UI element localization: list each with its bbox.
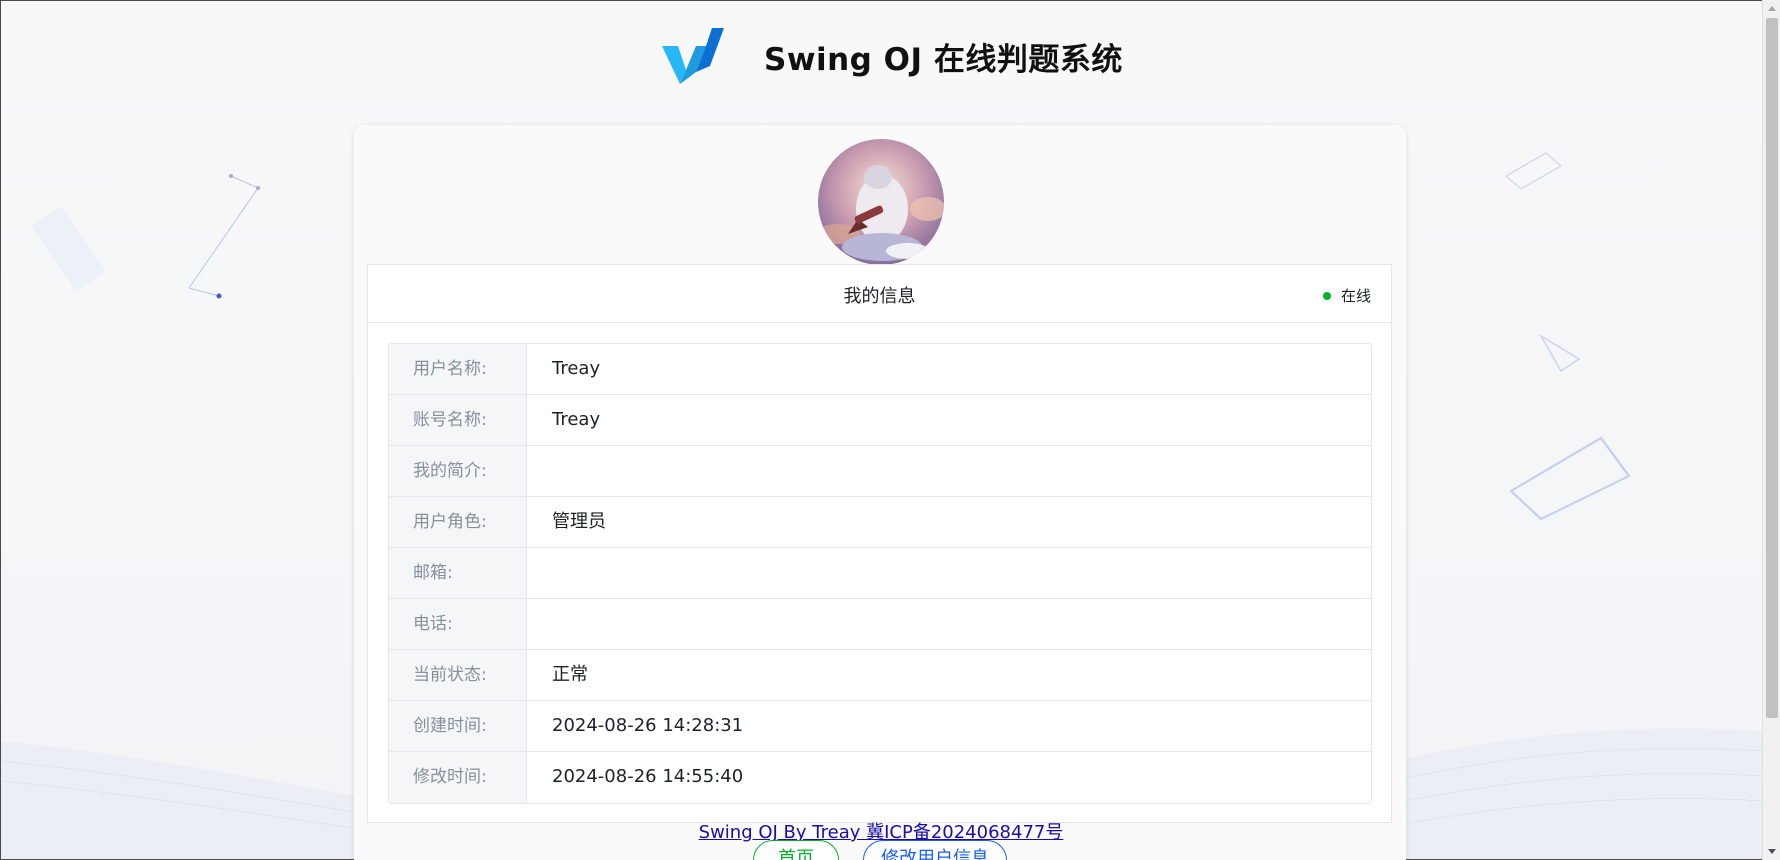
table-row: 修改时间: 2024-08-26 14:55:40 bbox=[389, 752, 1371, 803]
scroll-down-icon[interactable] bbox=[1768, 849, 1776, 854]
user-avatar[interactable] bbox=[818, 139, 944, 265]
field-label: 用户名称: bbox=[389, 344, 527, 394]
my-info-panel: 我的信息 在线 用户名称: Treay 账号名称: Treay 我的简介: 用户… bbox=[367, 264, 1392, 823]
home-button[interactable]: 首页 bbox=[753, 840, 839, 860]
avatar-image bbox=[818, 139, 944, 265]
field-label: 用户角色: bbox=[389, 497, 527, 547]
field-label: 邮箱: bbox=[389, 548, 527, 598]
site-header: Swing OJ 在线判题系统 bbox=[660, 24, 1123, 88]
table-row: 账号名称: Treay bbox=[389, 395, 1371, 446]
field-value-status: 正常 bbox=[552, 664, 588, 685]
table-row: 我的简介: bbox=[389, 446, 1371, 497]
swing-oj-logo bbox=[662, 28, 724, 84]
user-info-table: 用户名称: Treay 账号名称: Treay 我的简介: 用户角色: 管理员 … bbox=[388, 343, 1372, 804]
field-label: 账号名称: bbox=[389, 395, 527, 445]
table-row: 当前状态: 正常 bbox=[389, 650, 1371, 701]
field-value-bio bbox=[527, 446, 1371, 496]
field-value-username: Treay bbox=[552, 358, 601, 379]
online-status: 在线 bbox=[1322, 285, 1371, 306]
online-dot-icon bbox=[1322, 291, 1331, 300]
edit-user-info-button[interactable]: 修改用户信息 bbox=[863, 840, 1007, 860]
table-row: 邮箱: bbox=[389, 548, 1371, 599]
field-value-phone bbox=[527, 599, 1371, 649]
vertical-scrollbar[interactable] bbox=[1762, 0, 1780, 860]
field-label: 当前状态: bbox=[389, 650, 527, 700]
table-row: 用户名称: Treay bbox=[389, 344, 1371, 395]
field-value-created: 2024-08-26 14:28:31 bbox=[552, 715, 744, 736]
field-value-account: Treay bbox=[552, 409, 601, 430]
info-panel-title: 我的信息 bbox=[843, 286, 916, 307]
table-row: 创建时间: 2024-08-26 14:28:31 bbox=[389, 701, 1371, 752]
table-row: 用户角色: 管理员 bbox=[389, 497, 1371, 548]
field-value-email bbox=[527, 548, 1371, 598]
info-panel-header: 我的信息 在线 bbox=[368, 265, 1391, 323]
field-value-role: 管理员 bbox=[552, 511, 606, 532]
online-status-label: 在线 bbox=[1340, 287, 1371, 305]
site-title: Swing OJ 在线判题系统 bbox=[764, 41, 1123, 78]
scroll-up-icon[interactable] bbox=[1768, 6, 1776, 11]
scrollbar-thumb[interactable] bbox=[1766, 18, 1778, 718]
table-row: 电话: bbox=[389, 599, 1371, 650]
field-label: 创建时间: bbox=[389, 701, 527, 751]
field-value-modified: 2024-08-26 14:55:40 bbox=[552, 766, 744, 787]
profile-card: 我的信息 在线 用户名称: Treay 账号名称: Treay 我的简介: 用户… bbox=[354, 125, 1406, 860]
field-label: 我的简介: bbox=[389, 446, 527, 496]
field-label: 修改时间: bbox=[389, 752, 527, 803]
field-label: 电话: bbox=[389, 599, 527, 649]
